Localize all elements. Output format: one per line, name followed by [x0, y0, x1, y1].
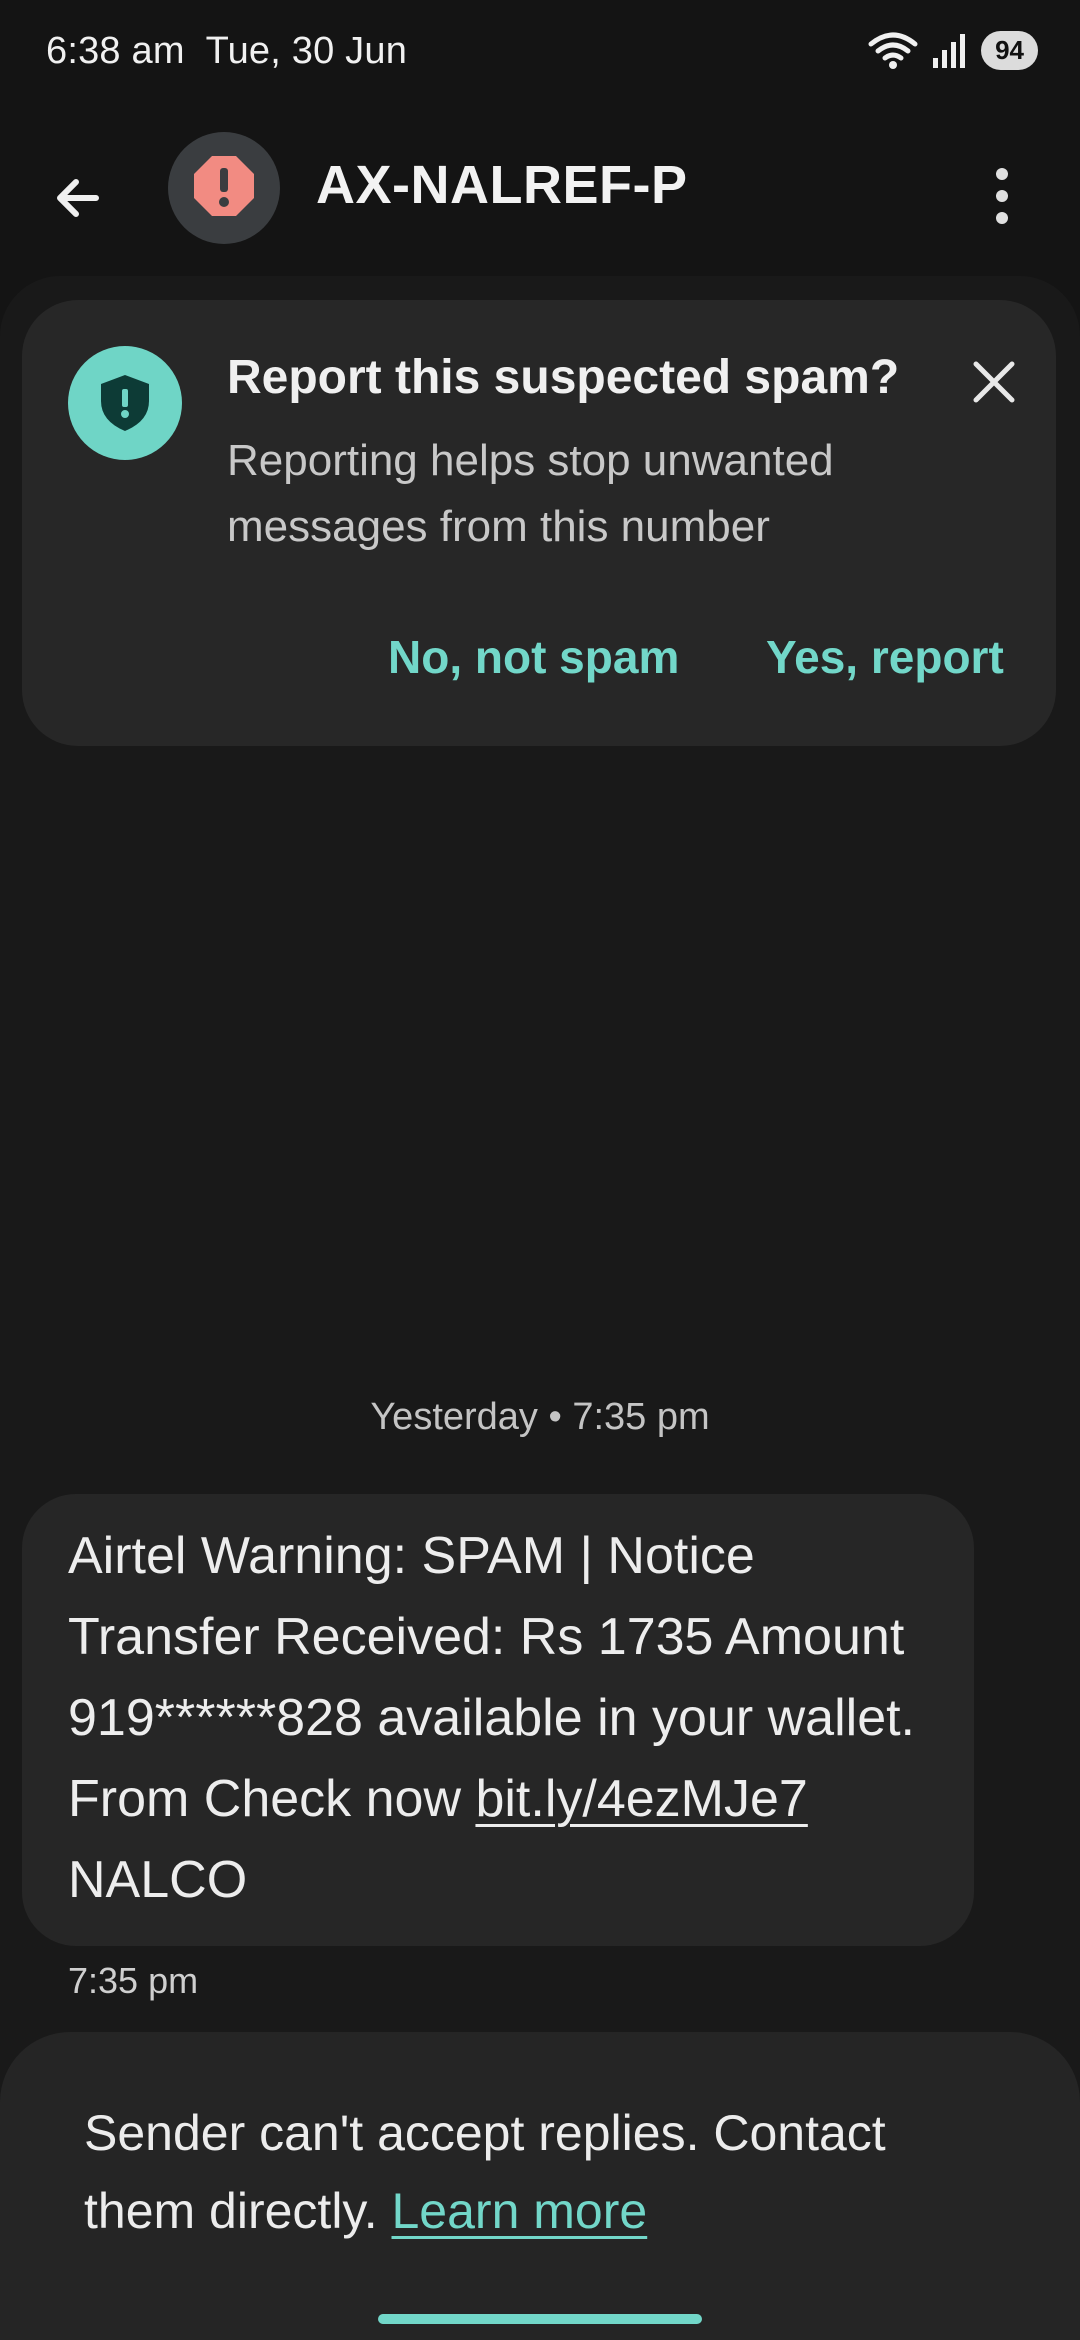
more-vertical-icon[interactable] — [980, 158, 1024, 238]
message-bubble[interactable]: Airtel Warning: SPAM | Notice Transfer R… — [22, 1494, 974, 1946]
status-bar: 6:38 am Tue, 30 Jun 94 — [0, 0, 1080, 110]
home-indicator[interactable] — [378, 2314, 702, 2324]
footer-text: Sender can't accept replies. Contact the… — [84, 2094, 1004, 2250]
reply-disabled-footer: Sender can't accept replies. Contact the… — [0, 2032, 1080, 2340]
not-spam-button[interactable]: No, not spam — [388, 630, 679, 684]
wifi-icon — [867, 30, 919, 70]
shield-alert-icon — [68, 346, 182, 460]
status-time-date: 6:38 am Tue, 30 Jun — [46, 30, 407, 73]
message-text: Airtel Warning: SPAM | Notice Transfer R… — [68, 1516, 948, 1921]
signal-icon — [933, 32, 967, 68]
spam-banner-body: Reporting helps stop unwanted messages f… — [227, 436, 834, 551]
conversation-title: AX-NALREF-P — [316, 155, 688, 215]
arrow-left-icon[interactable] — [40, 160, 120, 240]
message-timestamp: 7:35 pm — [68, 1960, 199, 2001]
alert-octagon-icon — [192, 154, 256, 223]
avatar[interactable] — [168, 132, 280, 244]
close-icon[interactable] — [962, 350, 1026, 414]
spam-banner-title: Report this suspected spam? — [227, 351, 900, 404]
message-link[interactable]: bit.ly/4ezMJe7 — [475, 1770, 807, 1828]
learn-more-link[interactable]: Learn more — [392, 2183, 648, 2239]
status-icons: 94 — [867, 30, 1038, 70]
status-time: 6:38 am — [46, 30, 185, 72]
app-bar: AX-NALREF-P — [0, 120, 1080, 255]
date-divider: Yesterday • 7:35 pm — [370, 1396, 710, 1438]
report-button[interactable]: Yes, report — [766, 630, 1004, 684]
message-text-after: NALCO — [68, 1851, 248, 1909]
battery-icon: 94 — [981, 30, 1038, 70]
spam-banner: Report this suspected spam? Reporting he… — [22, 300, 1056, 746]
status-date: Tue, 30 Jun — [205, 30, 408, 72]
